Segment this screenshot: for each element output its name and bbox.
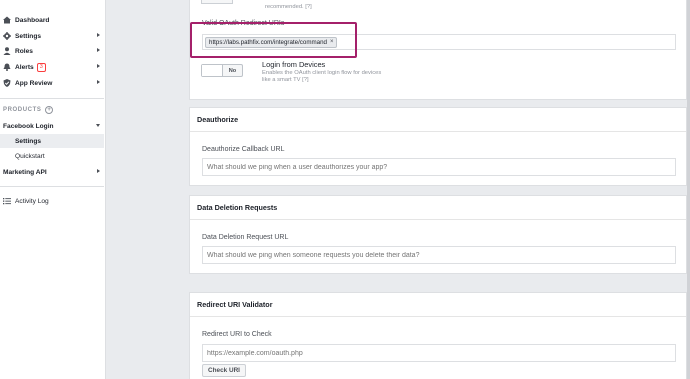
sidebar-item-label: Settings [15,32,42,40]
sidebar-item-marketing-api[interactable]: Marketing API [0,165,106,179]
toggle-state: No [228,67,237,74]
panel-title: Deauthorize [190,108,686,132]
sidebar: Dashboard Settings Roles Alerts 3 App Re… [0,0,106,379]
deauthorize-callback-input[interactable] [202,158,676,176]
add-product-icon[interactable]: + [45,106,54,114]
bell-icon [3,63,11,71]
sidebar-item-label: Activity Log [15,197,49,205]
roles-icon [3,47,11,55]
chevron-right-icon [97,48,100,52]
check-uri-button[interactable]: Check URI [202,364,246,377]
sidebar-item-label: Roles [15,47,33,55]
deauthorize-callback-label: Deauthorize Callback URL [202,146,285,153]
deauthorize-panel: Deauthorize Deauthorize Callback URL [189,107,687,186]
chevron-down-icon [96,124,100,127]
sidebar-item-label: Dashboard [15,16,50,24]
sidebar-subitem-settings[interactable]: Settings [0,134,104,148]
redirect-uri-check-label: Redirect URI to Check [202,331,272,338]
sidebar-item-label: Facebook Login [3,122,54,130]
sidebar-item-dashboard[interactable]: Dashboard [0,13,106,27]
list-icon [3,197,11,205]
toggle-knob [202,65,223,76]
login-from-devices-toggle[interactable]: No [201,64,243,77]
sidebar-divider [0,186,104,187]
redirect-uri-check-input[interactable] [202,344,676,362]
redirect-uri-validator-panel: Redirect URI Validator Redirect URI to C… [189,292,687,379]
sidebar-divider [0,98,104,99]
data-deletion-url-input[interactable] [202,246,676,264]
toggle-clipped[interactable] [201,0,233,4]
sidebar-item-activity-log[interactable]: Activity Log [0,194,106,208]
login-from-devices-description: Enables the OAuth client login flow for … [262,70,382,83]
gear-icon [3,32,11,40]
chevron-right-icon [97,80,100,84]
sidebar-item-settings[interactable]: Settings [0,29,106,43]
chevron-right-icon [97,64,100,68]
panel-title: Data Deletion Requests [190,196,686,220]
sidebar-item-alerts[interactable]: Alerts 3 [0,60,106,74]
sidebar-item-app-review[interactable]: App Review [0,76,106,90]
chevron-right-icon [97,169,100,173]
chevron-right-icon [97,33,100,37]
panel-title: Redirect URI Validator [190,293,686,317]
alert-count-badge: 3 [36,62,46,72]
sidebar-item-label: Alerts [15,63,34,71]
sidebar-subitem-quickstart[interactable]: Quickstart [0,149,104,163]
sidebar-item-label: App Review [15,79,53,87]
sidebar-item-label: Marketing API [3,168,47,176]
sidebar-item-facebook-login[interactable]: Facebook Login [0,119,106,133]
shield-icon [3,79,11,87]
sidebar-item-roles[interactable]: Roles [0,44,106,58]
dashboard-icon [3,16,11,24]
highlight-annotation [190,22,357,58]
login-from-devices-title: Login from Devices [262,60,326,69]
data-deletion-url-label: Data Deletion Request URL [202,234,289,241]
data-deletion-panel: Data Deletion Requests Data Deletion Req… [189,195,687,274]
setting-description-clipped: recommended. [?] [265,4,312,10]
products-section-label: PRODUCTS + [3,106,54,114]
